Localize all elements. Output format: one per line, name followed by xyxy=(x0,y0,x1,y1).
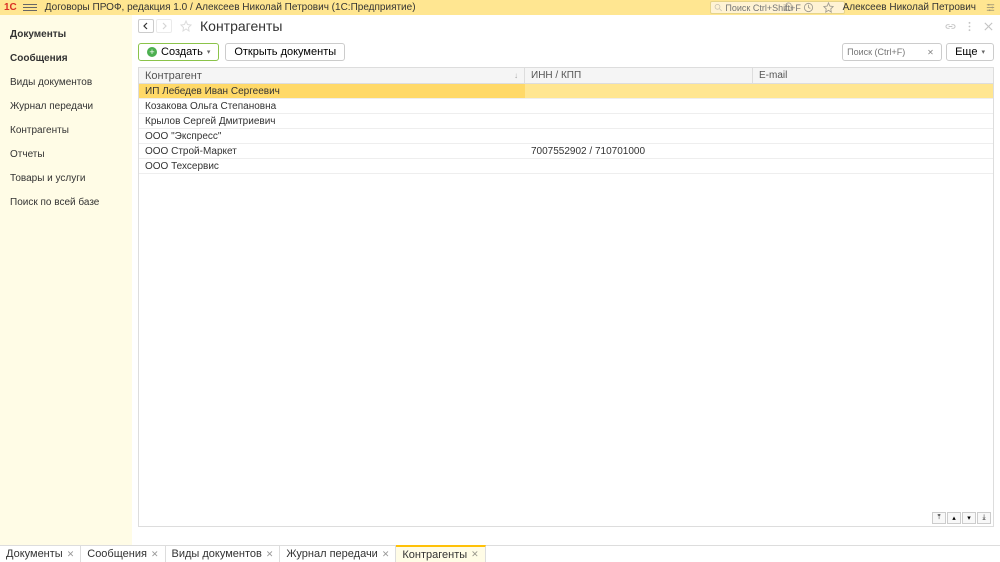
tab-close-icon[interactable]: ✕ xyxy=(151,549,159,560)
link-icon[interactable] xyxy=(945,21,956,32)
page-up-button[interactable]: ▴ xyxy=(947,512,961,524)
cell-email xyxy=(753,114,993,128)
table-header: Контрагент↓ ИНН / КПП E-mail xyxy=(139,68,993,84)
clear-search-icon[interactable]: ✕ xyxy=(927,48,934,57)
sidebar-item[interactable]: Отчеты xyxy=(0,143,132,167)
dropdown-caret-icon: ▾ xyxy=(207,48,211,56)
create-button[interactable]: + Создать ▾ xyxy=(138,43,219,61)
username[interactable]: Алексеев Николай Петрович xyxy=(843,2,976,13)
sort-asc-icon: ↓ xyxy=(514,71,518,80)
bottom-tab[interactable]: Виды документов ✕ xyxy=(166,546,281,562)
bottom-tabs: Документы✕Сообщения✕Виды документов✕Журн… xyxy=(0,545,1000,562)
more-button[interactable]: Еще ▾ xyxy=(946,43,994,61)
tab-label: Сообщения xyxy=(87,548,147,560)
sidebar-item[interactable]: Виды документов xyxy=(0,71,132,95)
cell-inn xyxy=(525,129,753,143)
page-last-button[interactable]: ⤓ xyxy=(977,512,991,524)
table-body: ИП Лебедев Иван СергеевичКозакова Ольга … xyxy=(139,84,993,174)
tab-close-icon[interactable]: ✕ xyxy=(266,549,274,560)
list-search-input[interactable] xyxy=(847,47,927,57)
sidebar-item[interactable]: Товары и услуги xyxy=(0,167,132,191)
table-row[interactable]: ООО "Экспресс" xyxy=(139,129,993,144)
column-header-inn[interactable]: ИНН / КПП xyxy=(525,68,753,83)
sidebar-item[interactable]: Журнал передачи xyxy=(0,95,132,119)
tab-label: Документы xyxy=(6,548,63,560)
nav-back-button[interactable] xyxy=(138,19,154,33)
page-header: Контрагенты xyxy=(132,15,1000,33)
main-area: Контрагенты + Создать ▾ Открыть документ… xyxy=(132,15,1000,545)
titlebar: 1C Договоры ПРОФ, редакция 1.0 / Алексее… xyxy=(0,0,1000,15)
sidebar-item[interactable]: Поиск по всей базе xyxy=(0,191,132,215)
sidebar: ДокументыСообщенияВиды документовЖурнал … xyxy=(0,15,132,545)
open-documents-button[interactable]: Открыть документы xyxy=(225,43,345,61)
open-docs-label: Открыть документы xyxy=(234,46,336,58)
tab-close-icon[interactable]: ✕ xyxy=(382,549,390,560)
cell-name: Крылов Сергей Дмитриевич xyxy=(139,114,525,128)
cell-name: Козакова Ольга Степановна xyxy=(139,99,525,113)
cell-name: ООО "Экспресс" xyxy=(139,129,525,143)
tab-label: Журнал передачи xyxy=(286,548,377,560)
list-search[interactable]: ✕ xyxy=(842,43,942,61)
bell-icon[interactable] xyxy=(783,2,795,14)
app-logo: 1C xyxy=(4,2,17,13)
dropdown-caret-icon: ▾ xyxy=(981,48,985,56)
bottom-tab[interactable]: Контрагенты ✕ xyxy=(396,545,485,562)
nav-forward-button[interactable] xyxy=(156,19,172,33)
bottom-tab[interactable]: Документы ✕ xyxy=(0,546,81,562)
more-icon[interactable] xyxy=(964,21,975,32)
tab-label: Контрагенты xyxy=(402,549,467,561)
table-row[interactable]: ИП Лебедев Иван Сергеевич xyxy=(139,84,993,99)
cell-email xyxy=(753,159,993,173)
bottom-tab[interactable]: Сообщения ✕ xyxy=(81,546,165,562)
titlebar-right: Алексеев Николай Петрович xyxy=(783,2,996,14)
column-header-name[interactable]: Контрагент↓ xyxy=(139,68,525,83)
tab-close-icon[interactable]: ✕ xyxy=(471,549,479,560)
tab-close-icon[interactable]: ✕ xyxy=(67,549,75,560)
create-label: Создать xyxy=(161,46,203,58)
favorite-icon[interactable] xyxy=(180,20,192,32)
sidebar-item[interactable]: Контрагенты xyxy=(0,119,132,143)
more-label: Еще xyxy=(955,46,977,58)
cell-name: ООО Строй-Маркет xyxy=(139,144,525,158)
cell-inn xyxy=(525,84,753,98)
window-title: Договоры ПРОФ, редакция 1.0 / Алексеев Н… xyxy=(45,2,416,13)
table: Контрагент↓ ИНН / КПП E-mail ИП Лебедев … xyxy=(138,67,994,527)
star-icon[interactable] xyxy=(823,2,835,14)
cell-inn xyxy=(525,159,753,173)
cell-email xyxy=(753,84,993,98)
toolbar: + Создать ▾ Открыть документы ✕ Еще ▾ xyxy=(132,33,1000,67)
table-row[interactable]: Козакова Ольга Степановна xyxy=(139,99,993,114)
page-down-button[interactable]: ▾ xyxy=(962,512,976,524)
settings-icon[interactable] xyxy=(984,2,996,14)
cell-inn xyxy=(525,114,753,128)
table-row[interactable]: Крылов Сергей Дмитриевич xyxy=(139,114,993,129)
close-icon[interactable] xyxy=(983,21,994,32)
column-header-email[interactable]: E-mail xyxy=(753,68,993,83)
page-title: Контрагенты xyxy=(200,18,282,34)
menu-icon[interactable] xyxy=(23,4,37,11)
cell-email xyxy=(753,129,993,143)
cell-email xyxy=(753,144,993,158)
cell-inn: 7007552902 / 710701000 xyxy=(525,144,753,158)
page-first-button[interactable]: ⤒ xyxy=(932,512,946,524)
table-row[interactable]: ООО Техсервис xyxy=(139,159,993,174)
cell-inn xyxy=(525,99,753,113)
history-icon[interactable] xyxy=(803,2,815,14)
bottom-tab[interactable]: Журнал передачи ✕ xyxy=(280,546,396,562)
table-row[interactable]: ООО Строй-Маркет7007552902 / 710701000 xyxy=(139,144,993,159)
sidebar-item[interactable]: Сообщения xyxy=(0,47,132,71)
cell-email xyxy=(753,99,993,113)
plus-icon: + xyxy=(147,47,157,57)
sidebar-item[interactable]: Документы xyxy=(0,23,132,47)
pager: ⤒ ▴ ▾ ⤓ xyxy=(932,512,991,524)
cell-name: ООО Техсервис xyxy=(139,159,525,173)
tab-label: Виды документов xyxy=(172,548,262,560)
cell-name: ИП Лебедев Иван Сергеевич xyxy=(139,84,525,98)
search-icon xyxy=(714,3,722,12)
